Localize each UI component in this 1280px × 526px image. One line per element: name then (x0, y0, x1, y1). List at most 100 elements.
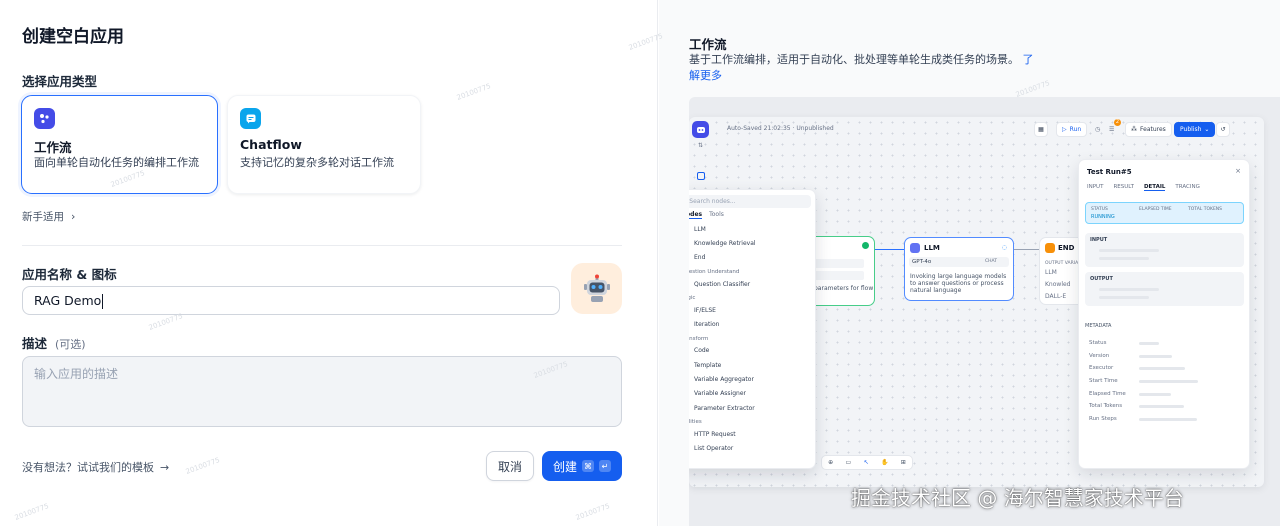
metadata-label: METADATA (1085, 323, 1112, 329)
placeholder-bar (1139, 354, 1172, 358)
create-button[interactable]: 创建 ⌘ ↵ (542, 451, 622, 481)
placeholder-bar (1099, 249, 1159, 252)
node-list-item[interactable]: LLM (689, 222, 817, 236)
node-group-header: Question Understand (689, 268, 740, 275)
node-list-item[interactable]: End (689, 251, 817, 265)
tab-input[interactable]: INPUT (1087, 184, 1103, 191)
input-var-row (814, 259, 864, 268)
node-list-item[interactable]: Variable Assigner (689, 387, 817, 401)
run-label: Run (1069, 126, 1082, 133)
node-list-item[interactable]: Code (689, 344, 817, 358)
cancel-button[interactable]: 取消 (486, 451, 534, 481)
node-list-item-label: Variable Aggregator (694, 376, 754, 384)
placeholder-bar (1139, 342, 1159, 345)
app-name-value: RAG Demo (34, 293, 102, 308)
app-name-input[interactable]: RAG Demo (22, 286, 560, 315)
node-list-item-label: HTTP Request (694, 430, 736, 438)
node-list-item[interactable]: Knowledge Retrieval (689, 236, 817, 250)
node-list-item[interactable]: Iteration (689, 317, 817, 331)
llm-node-desc: Invoking large language models to answer… (910, 273, 1007, 294)
tab-nodes[interactable]: Nodes (689, 211, 703, 219)
preview-title: 工作流 (689, 37, 727, 52)
pointer-icon[interactable]: ↖ (864, 459, 869, 466)
hand-icon[interactable]: ✋ (881, 459, 888, 466)
end-output-item: LLM (1045, 269, 1057, 276)
end-node-title: END (1058, 244, 1075, 252)
description-label: 描述 (可选) (22, 333, 86, 352)
node-list-item[interactable]: HTTP Request (689, 427, 817, 441)
node-group-header: Logic (689, 295, 696, 302)
app-icon-picker[interactable] (571, 263, 622, 314)
features-button[interactable]: ⁂ Features (1125, 122, 1172, 137)
beginner-toggle[interactable]: 新手适用 › (22, 209, 75, 224)
tab-result[interactable]: RESULT (1113, 184, 1133, 191)
node-list-item-label: Variable Assigner (694, 390, 746, 398)
node-group-list: LLM Knowledge Retrieval End Question Unders… (689, 222, 817, 456)
output-label: OUTPUT (1090, 276, 1113, 282)
loading-icon: ◌ (1001, 244, 1007, 251)
model-mode: CHAT (984, 259, 997, 264)
preview-description: 基于工作流编排，适用于自动化、批处理等单轮生成类任务的场景。 了解更多 (689, 52, 1039, 84)
arrow-right-icon: → (160, 460, 170, 474)
node-list-item[interactable]: List Operator (689, 442, 817, 456)
history-versions-icon[interactable]: ↺ (1216, 122, 1230, 137)
placeholder-bar (1139, 392, 1171, 396)
note-icon[interactable]: ▭ (846, 459, 852, 466)
placeholder-bar (1099, 257, 1149, 260)
tab-tracing[interactable]: TRACING (1175, 184, 1199, 191)
section-divider (22, 245, 622, 246)
tab-detail[interactable]: DETAIL (1143, 184, 1166, 191)
close-icon[interactable]: × (1235, 167, 1241, 175)
test-run-panel: Test Run#5 × INPUT RESULT DETAIL TRACING… (1078, 159, 1250, 469)
app-type-desc: 支持记忆的复杂多轮对话工作流 (240, 156, 394, 169)
metadata-list: Status Version Executor Start Time Elapsed T… (1089, 340, 1239, 429)
canvas-toolbar: ⊕ ▭ ↖ ✋ ⊞ (821, 455, 913, 470)
node-list-item[interactable]: Question Classifier (689, 277, 817, 291)
grid-icon[interactable]: ⊞ (901, 459, 906, 466)
node-search-input[interactable]: ⌕ Search nodes... (689, 195, 811, 208)
input-label: INPUT (1090, 237, 1108, 243)
input-block: INPUT (1085, 233, 1244, 267)
history-icon[interactable]: ◷ (1095, 126, 1100, 133)
metadata-key: Version (1089, 352, 1110, 359)
metadata-key: Run Steps (1089, 416, 1117, 423)
metadata-key: Status (1089, 340, 1107, 346)
node-group-header: Utilities (689, 419, 702, 426)
enter-key-icon: ↵ (599, 460, 611, 472)
template-link[interactable]: 没有想法？试试我们的模板 → (22, 459, 169, 475)
metadata-key: Total Tokens (1089, 403, 1123, 410)
start-node[interactable]: parameters for flow (809, 236, 875, 306)
edge-line (875, 249, 904, 250)
llm-node[interactable]: LLM ◌ GPT-4o CHAT Invoking large languag… (904, 237, 1014, 301)
optional-hint: (可选) (55, 338, 86, 351)
placeholder-bar (1139, 405, 1184, 409)
node-list-item[interactable]: Parameter Extractor (689, 401, 817, 415)
node-list-item-label: IF/ELSE (694, 306, 716, 314)
metadata-key: Executor (1089, 365, 1114, 372)
tab-tools[interactable]: Tools (709, 211, 724, 219)
tokens-label: TOTAL TOKENS (1188, 207, 1223, 212)
node-list-item[interactable]: Template (689, 358, 817, 372)
node-list-item-label: Template (694, 361, 722, 369)
status-box: STATUS RUNNING ELAPSED TIME TOTAL TOKENS (1085, 202, 1244, 224)
swap-icon: ⇅ (698, 142, 704, 149)
description-label-text: 描述 (22, 336, 48, 351)
app-type-chatflow-card[interactable]: Chatflow 支持记忆的复杂多轮对话工作流 (227, 95, 421, 194)
add-node-icon[interactable]: ⊕ (828, 459, 833, 466)
description-textarea[interactable]: 输入应用的描述 (22, 356, 622, 427)
metadata-row: Elapsed Time (1089, 391, 1239, 404)
metadata-row: Run Steps (1089, 416, 1239, 429)
app-type-label: 选择应用类型 (22, 74, 98, 89)
publish-button[interactable]: Publish ⌄ (1174, 122, 1216, 137)
node-list-item[interactable]: Variable Aggregator (689, 372, 817, 386)
test-run-title: Test Run#5 (1087, 168, 1132, 176)
edge-line (1014, 249, 1039, 250)
node-list-item[interactable]: IF/ELSE (689, 303, 817, 317)
node-tabs: Nodes Tools (689, 211, 724, 219)
layout-icon[interactable]: ▦ (1034, 122, 1048, 137)
app-type-title: Chatflow (240, 137, 302, 152)
end-icon (1045, 243, 1055, 253)
placeholder-bar (1139, 367, 1185, 371)
checklist-icon[interactable]: ☰ (1109, 126, 1114, 133)
run-button[interactable]: ▷ Run (1056, 122, 1088, 137)
